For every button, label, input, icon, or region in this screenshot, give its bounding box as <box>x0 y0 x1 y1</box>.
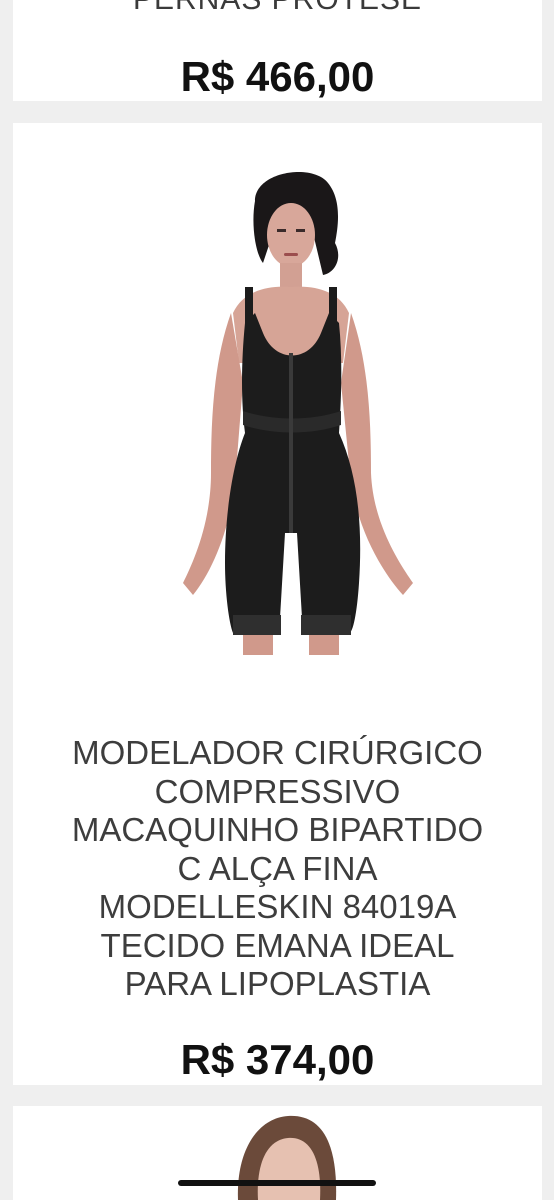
product-title[interactable]: MODELADOR CIRÚRGICO COMPRESSIVO MACAQUIN… <box>33 734 522 1004</box>
product-card[interactable]: MODELADOR CIRÚRGICO COMPRESSIVO MACAQUIN… <box>13 123 542 1085</box>
product-price: R$ 374,00 <box>180 1036 375 1083</box>
product-title: PERNAS PRÓTESE <box>13 0 542 18</box>
home-indicator[interactable] <box>178 1180 376 1186</box>
product-card[interactable]: PERNAS PRÓTESE R$ 466,00 <box>13 0 542 101</box>
product-image[interactable] <box>163 163 433 663</box>
product-price: R$ 466,00 <box>180 53 375 100</box>
product-image[interactable] <box>208 1110 358 1200</box>
